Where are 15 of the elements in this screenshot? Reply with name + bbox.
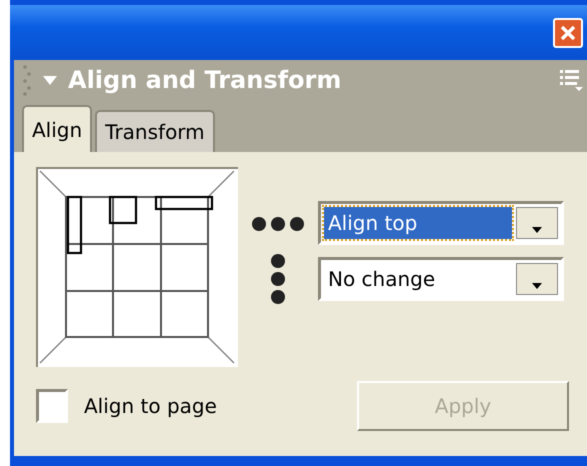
dropdown-arrow-icon	[531, 282, 543, 290]
panel-title: Align and Transform	[68, 66, 342, 94]
menu-icon[interactable]	[559, 68, 583, 92]
collapse-triangle-icon[interactable]	[42, 74, 58, 86]
vertical-dots-icon	[270, 253, 286, 305]
close-button[interactable]	[553, 18, 583, 48]
tab[interactable]: Align	[22, 105, 92, 152]
checkbox[interactable]	[36, 389, 68, 423]
dropdown[interactable]: No change	[318, 257, 564, 301]
tab[interactable]: Transform	[95, 110, 215, 152]
dropdown-arrow-icon	[531, 226, 543, 234]
horizontal-dots-icon	[250, 215, 306, 233]
dropdown[interactable]: Align top	[318, 201, 564, 245]
grip-icon[interactable]	[22, 64, 32, 96]
checkbox-label: Align to page	[84, 394, 217, 418]
